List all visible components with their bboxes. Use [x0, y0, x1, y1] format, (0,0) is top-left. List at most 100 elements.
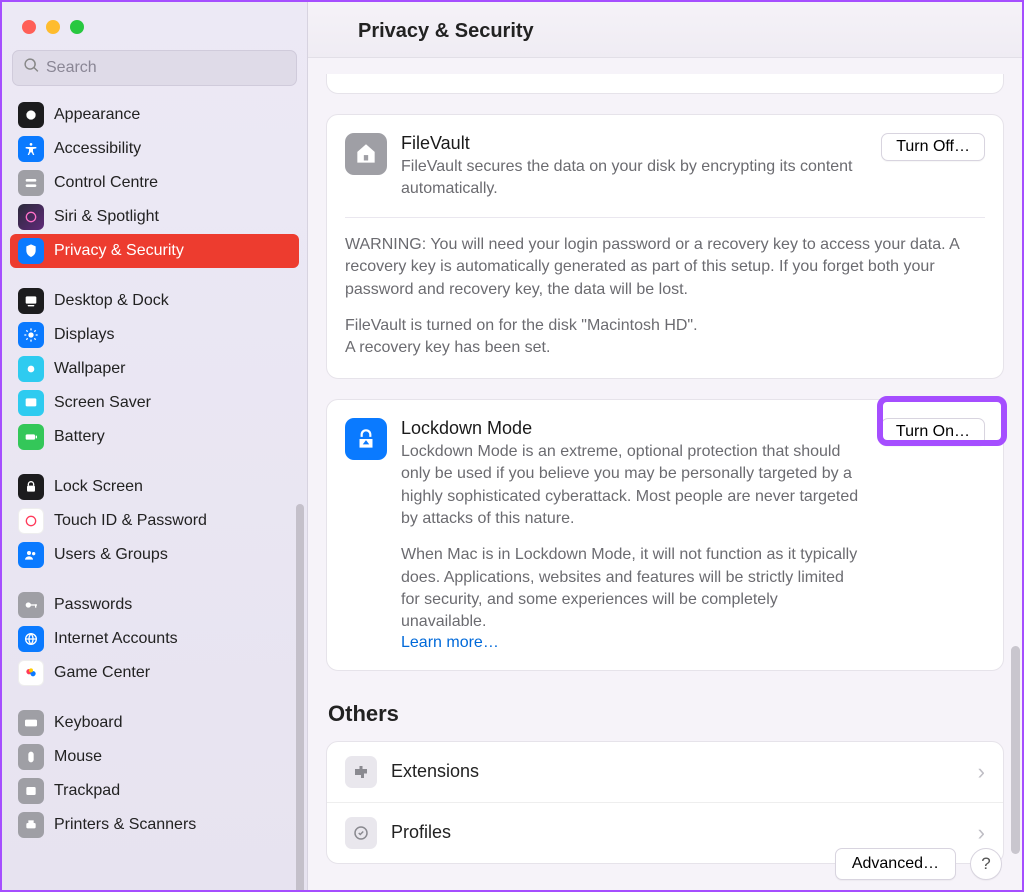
sidebar-item-users-groups[interactable]: Users & Groups — [10, 538, 299, 572]
window-controls — [2, 2, 307, 44]
lockdown-description-1: Lockdown Mode is an extreme, optional pr… — [401, 441, 867, 531]
sidebar-item-wallpaper[interactable]: Wallpaper — [10, 352, 299, 386]
sidebar-item-displays[interactable]: Displays — [10, 318, 299, 352]
sidebar-item-label: Accessibility — [54, 140, 141, 158]
others-row-label: Extensions — [391, 761, 964, 782]
sidebar-item-label: Game Center — [54, 664, 150, 682]
sidebar-item-siri-spotlight[interactable]: Siri & Spotlight — [10, 200, 299, 234]
lockdown-card: Lockdown Mode Lockdown Mode is an extrem… — [326, 399, 1004, 671]
main-scrollbar[interactable] — [1011, 646, 1020, 854]
users-groups-icon — [18, 542, 44, 568]
passwords-icon — [18, 592, 44, 618]
internet-accounts-icon — [18, 626, 44, 652]
control-centre-icon — [18, 170, 44, 196]
minimize-window-button[interactable] — [46, 20, 60, 34]
sidebar-item-label: Wallpaper — [54, 360, 125, 378]
sidebar-item-label: Touch ID & Password — [54, 512, 207, 530]
battery-icon — [18, 424, 44, 450]
main-header: Privacy & Security — [308, 2, 1022, 58]
sidebar-item-mouse[interactable]: Mouse — [10, 740, 299, 774]
sidebar-item-appearance[interactable]: Appearance — [10, 98, 299, 132]
sidebar-item-privacy-security[interactable]: Privacy & Security — [10, 234, 299, 268]
search-field[interactable] — [12, 50, 297, 86]
screen-saver-icon — [18, 390, 44, 416]
sidebar-item-passwords[interactable]: Passwords — [10, 588, 299, 622]
sidebar-item-keyboard[interactable]: Keyboard — [10, 706, 299, 740]
displays-icon — [18, 322, 44, 348]
sidebar-item-label: Passwords — [54, 596, 132, 614]
page-title: Privacy & Security — [358, 20, 998, 43]
sidebar-item-desktop-dock[interactable]: Desktop & Dock — [10, 284, 299, 318]
advanced-button[interactable]: Advanced… — [835, 848, 956, 880]
search-icon — [23, 57, 46, 79]
lockdown-turn-on-button[interactable]: Turn On… — [881, 418, 985, 446]
filevault-status-line-2: A recovery key has been set. — [345, 337, 985, 359]
game-center-icon — [18, 660, 44, 686]
filevault-title: FileVault — [401, 133, 867, 154]
filevault-icon — [345, 133, 387, 175]
sidebar-item-label: Battery — [54, 428, 105, 446]
sidebar-item-screen-saver[interactable]: Screen Saver — [10, 386, 299, 420]
divider — [345, 217, 985, 218]
filevault-warning: WARNING: You will need your login passwo… — [345, 234, 985, 301]
filevault-turn-off-button[interactable]: Turn Off… — [881, 133, 985, 161]
help-button[interactable]: ? — [970, 848, 1002, 880]
sidebar-item-accessibility[interactable]: Accessibility — [10, 132, 299, 166]
lockdown-icon — [345, 418, 387, 460]
others-heading: Others — [328, 701, 1002, 727]
printers-icon — [18, 812, 44, 838]
sidebar-item-label: Keyboard — [54, 714, 123, 732]
lockdown-title: Lockdown Mode — [401, 418, 867, 439]
sidebar-item-trackpad[interactable]: Trackpad — [10, 774, 299, 808]
sidebar-item-label: Lock Screen — [54, 478, 143, 496]
search-input[interactable] — [46, 59, 286, 77]
sidebar-item-label: Mouse — [54, 748, 102, 766]
system-settings-window: Appearance Accessibility Control Centre … — [2, 2, 1022, 890]
sidebar-item-label: Internet Accounts — [54, 630, 178, 648]
profiles-icon — [345, 817, 377, 849]
partial-card-top — [326, 74, 1004, 94]
desktop-dock-icon — [18, 288, 44, 314]
lockdown-description-2: When Mac is in Lockdown Mode, it will no… — [401, 544, 867, 634]
sidebar: Appearance Accessibility Control Centre … — [2, 2, 308, 890]
privacy-icon — [18, 238, 44, 264]
others-row-extensions[interactable]: Extensions › — [327, 742, 1003, 802]
sidebar-item-lock-screen[interactable]: Lock Screen — [10, 470, 299, 504]
sidebar-item-label: Desktop & Dock — [54, 292, 169, 310]
extensions-icon — [345, 756, 377, 788]
sidebar-item-printers-scanners[interactable]: Printers & Scanners — [10, 808, 299, 842]
touch-id-icon — [18, 508, 44, 534]
wallpaper-icon — [18, 356, 44, 382]
main-body: FileVault FileVault secures the data on … — [308, 58, 1022, 890]
keyboard-icon — [18, 710, 44, 736]
chevron-right-icon: › — [978, 759, 985, 785]
sidebar-item-game-center[interactable]: Game Center — [10, 656, 299, 690]
close-window-button[interactable] — [22, 20, 36, 34]
siri-icon — [18, 204, 44, 230]
lockdown-learn-more-link[interactable]: Learn more… — [401, 634, 499, 651]
main-panel: Privacy & Security FileVault FileVault s… — [308, 2, 1022, 890]
sidebar-item-internet-accounts[interactable]: Internet Accounts — [10, 622, 299, 656]
zoom-window-button[interactable] — [70, 20, 84, 34]
filevault-status-line-1: FileVault is turned on for the disk "Mac… — [345, 315, 985, 337]
trackpad-icon — [18, 778, 44, 804]
sidebar-item-battery[interactable]: Battery — [10, 420, 299, 454]
filevault-card: FileVault FileVault secures the data on … — [326, 114, 1004, 379]
sidebar-item-label: Printers & Scanners — [54, 816, 196, 834]
sidebar-item-label: Siri & Spotlight — [54, 208, 159, 226]
sidebar-item-label: Control Centre — [54, 174, 158, 192]
sidebar-item-label: Appearance — [54, 106, 140, 124]
accessibility-icon — [18, 136, 44, 162]
footer-bar: Advanced… ? — [815, 838, 1022, 890]
sidebar-nav: Appearance Accessibility Control Centre … — [2, 96, 307, 890]
sidebar-item-label: Users & Groups — [54, 546, 168, 564]
sidebar-item-label: Privacy & Security — [54, 242, 184, 260]
sidebar-item-touch-id[interactable]: Touch ID & Password — [10, 504, 299, 538]
lock-screen-icon — [18, 474, 44, 500]
sidebar-scrollbar[interactable] — [293, 504, 307, 890]
sidebar-item-label: Screen Saver — [54, 394, 151, 412]
mouse-icon — [18, 744, 44, 770]
sidebar-item-label: Displays — [54, 326, 114, 344]
sidebar-item-control-centre[interactable]: Control Centre — [10, 166, 299, 200]
sidebar-item-label: Trackpad — [54, 782, 120, 800]
